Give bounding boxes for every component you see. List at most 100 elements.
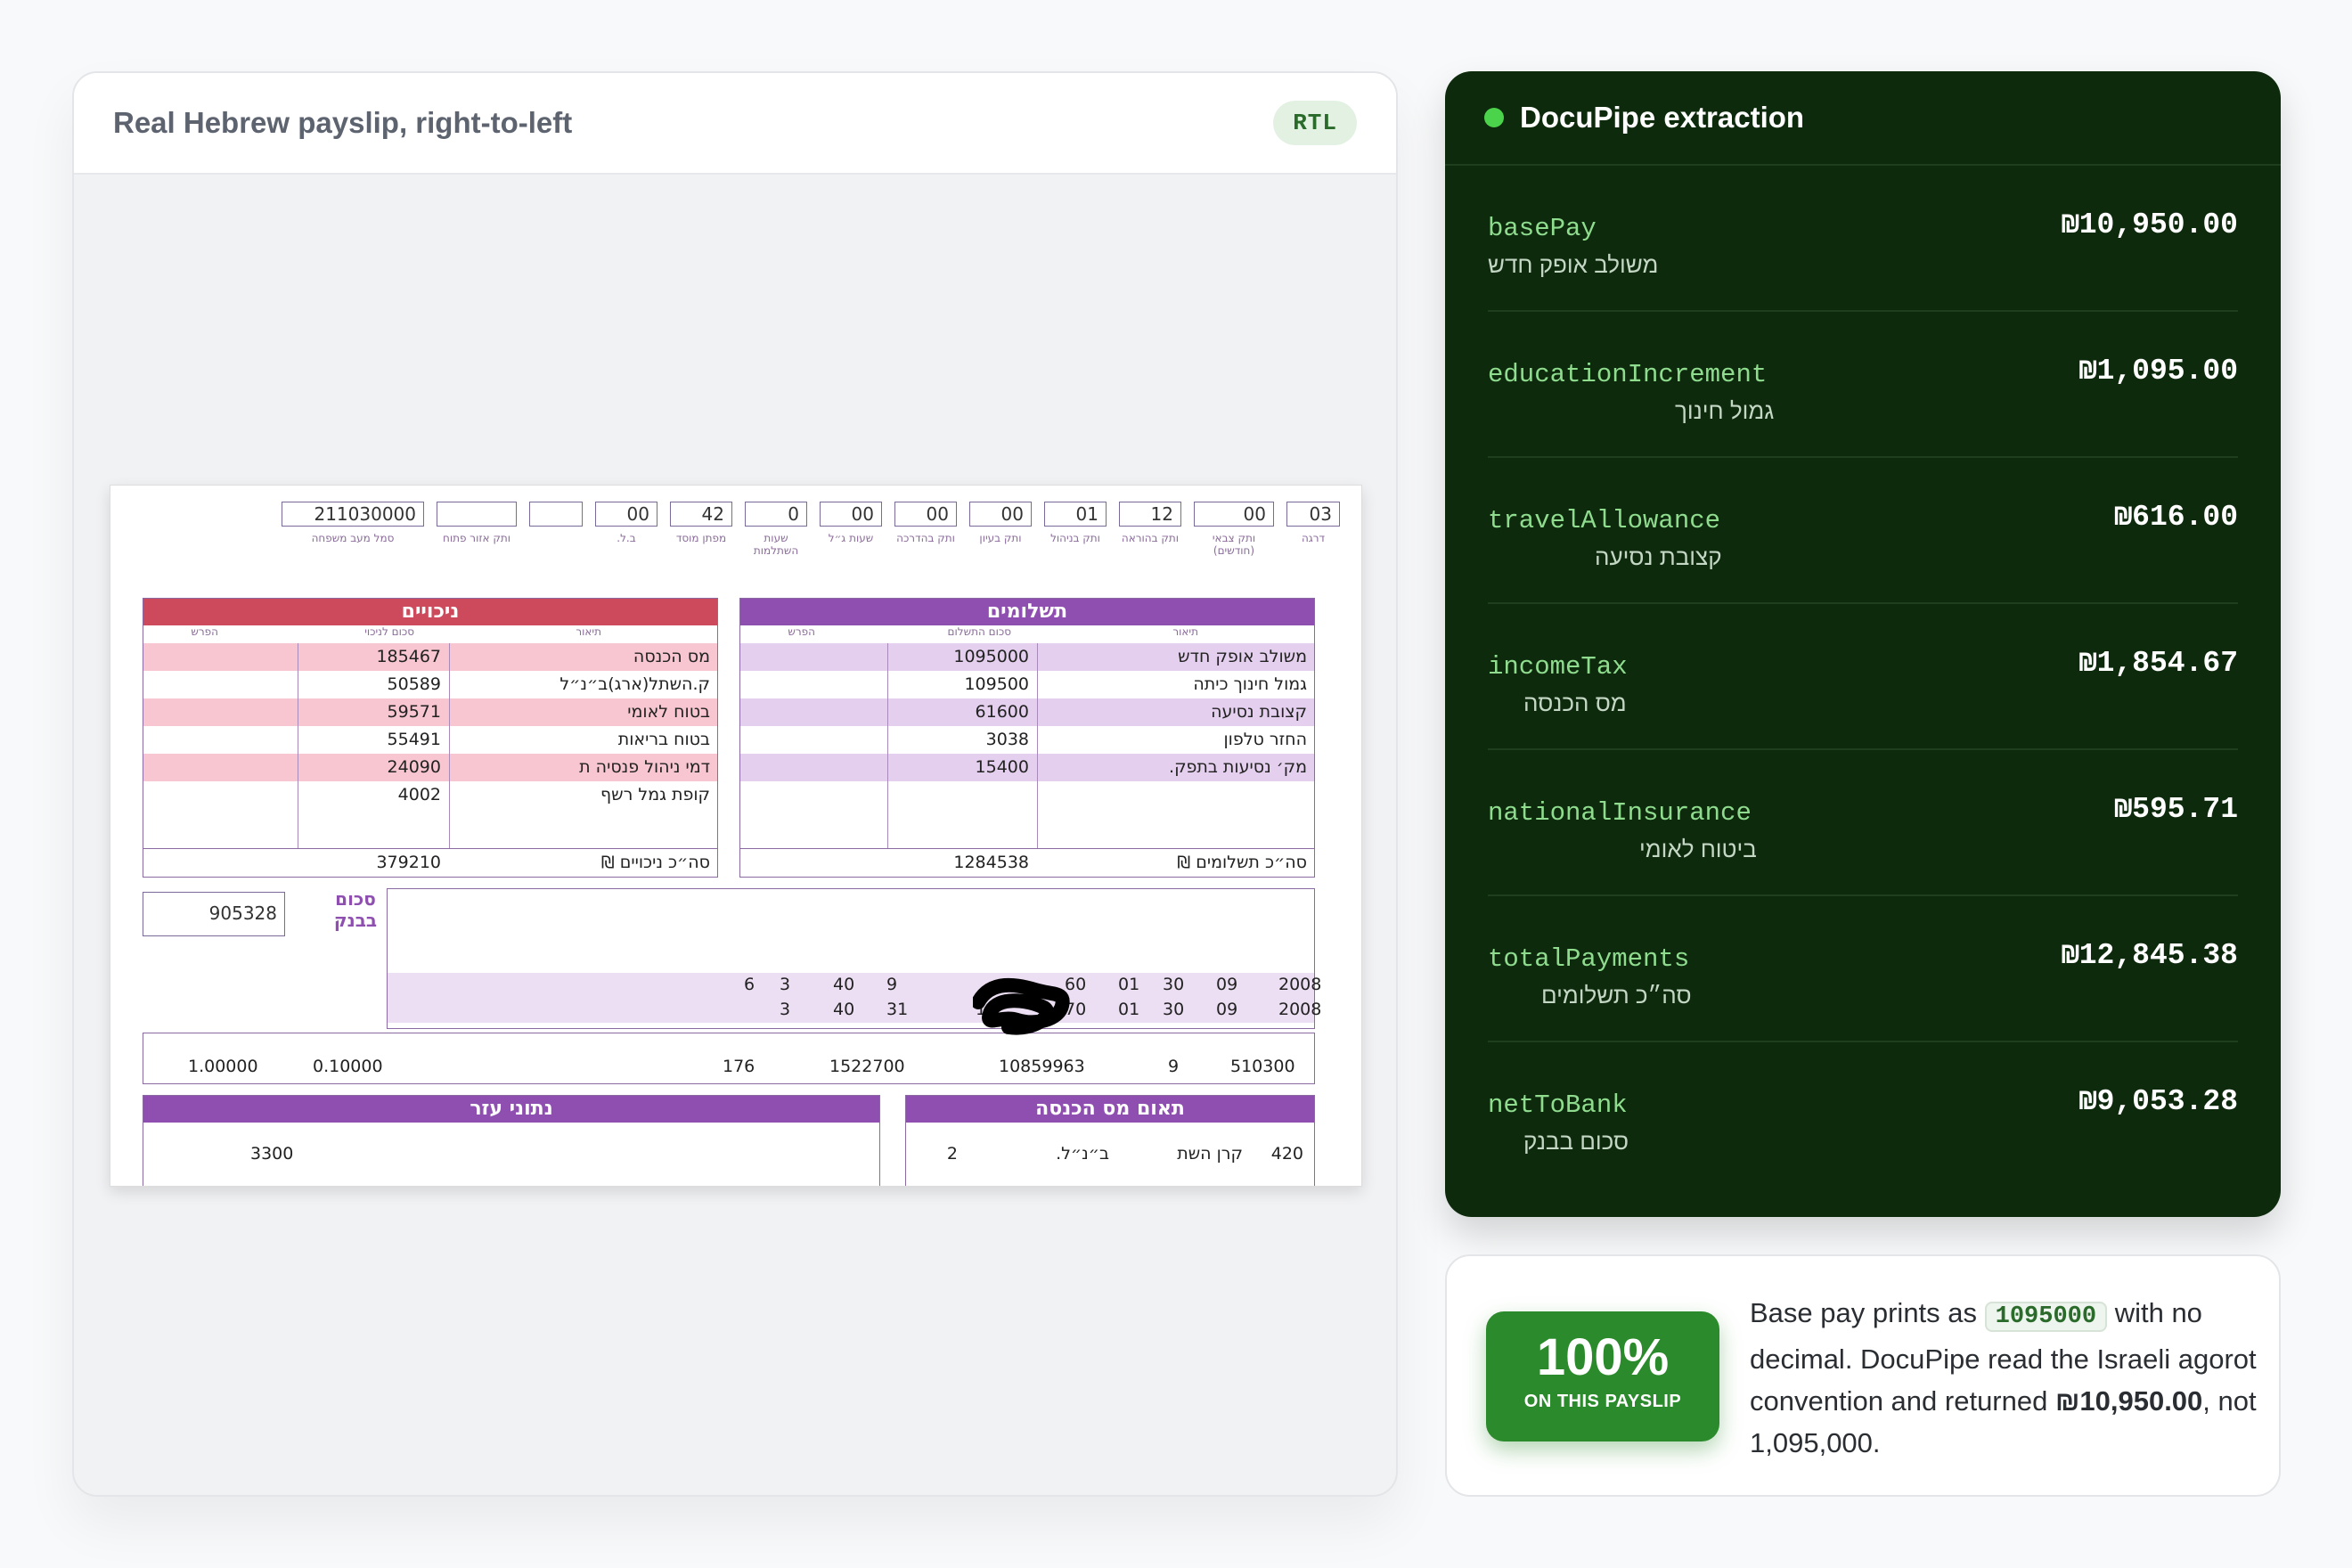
grid-cell: 2008 — [1278, 1000, 1322, 1019]
aux-data-panel: נתוני עזר 3300 — [143, 1095, 880, 1186]
extraction-field-totalPayments: totalPayments סה״כ תשלומים ₪12,845.38 — [1488, 896, 2238, 1042]
field-key: incomeTax — [1488, 652, 1628, 682]
header-field-label: ותק בהדרכה — [896, 532, 955, 544]
tax-gross: ב״נ״ל. — [1056, 1144, 1109, 1164]
aux-data-value: 3300 — [250, 1144, 294, 1164]
payments-panel: תשלומים תיאור סכום התשלום הפרש משולב אופ… — [739, 598, 1315, 878]
grid-row: 2008 09 30 01 70 15 31 40 3 — [388, 998, 1321, 1023]
aux-data-row: 3300 — [143, 1140, 879, 1169]
deductions-divider — [297, 643, 298, 848]
field-key: netToBank — [1488, 1090, 1628, 1120]
header-field-label: ותק בעיון — [979, 532, 1022, 544]
summary-cell: 1522700 — [829, 1057, 905, 1076]
payslip-card-header: Real Hebrew payslip, right-to-left RTL — [74, 73, 1396, 175]
note-text: Base pay prints as 1095000 with no decim… — [1750, 1292, 2258, 1464]
extraction-title: DocuPipe extraction — [1520, 101, 1805, 134]
header-field-label: סמל מעב משפחה — [311, 532, 395, 544]
row-amount: 1095000 — [953, 647, 1029, 666]
extraction-panel: DocuPipe extraction basePay משולב אופק חד… — [1445, 71, 2281, 1217]
deductions-col-sum: סכום לניכוי — [364, 625, 414, 638]
table-row: בטוח לאומי 59571 — [143, 698, 717, 726]
grid-row: 2008 09 30 01 60 9 40 3 6 — [388, 973, 1321, 998]
field-key: educationIncrement — [1488, 360, 1768, 389]
grid-cell: 9 — [886, 975, 898, 994]
row-description: החזר טלפון — [1223, 730, 1307, 749]
header-field-value: 42 — [670, 502, 732, 527]
header-field-value: 00 — [820, 502, 882, 527]
field-hebrew-label: ביטוח לאומי — [1639, 836, 1757, 862]
deductions-total-label: סה״כ ניכויים ₪ — [600, 853, 710, 872]
header-field-value: 0 — [745, 502, 807, 527]
summary-row: 510300 9 10859963 1522700 176 0.10000 1.00000 — [143, 1055, 1314, 1082]
field-key: totalPayments — [1488, 944, 1690, 974]
field-hebrew-label: סה״כ תשלומים — [1541, 982, 1692, 1009]
row-amount: 61600 — [975, 702, 1029, 722]
field-key: basePay — [1488, 214, 1597, 243]
table-row: דמי ניהול פנסיה ת 24090 — [143, 754, 717, 781]
table-row: החזר טלפון 3038 — [740, 726, 1314, 754]
extraction-field-educationIncrement: educationIncrement גמול חינוך ₪1,095.00 — [1488, 312, 2238, 458]
header-field-value — [529, 502, 583, 527]
row-description: בטוח בריאות — [617, 730, 710, 749]
deductions-total-row: סה״כ ניכויים ₪ 379210 — [143, 848, 717, 877]
payments-divider — [886, 643, 888, 848]
field-value: ₪1,095.00 — [2078, 355, 2238, 388]
payments-total-row: סה״כ תשלומים ₪ 1284538 — [740, 848, 1314, 877]
tax-percent: 420 — [1270, 1144, 1303, 1164]
field-hebrew-label: גמול חינוך — [1675, 397, 1775, 424]
field-hebrew-label: סכום בבנק — [1523, 1128, 1629, 1155]
header-field-value: 00 — [969, 502, 1032, 527]
deductions-panel: ניכויים תיאור סכום לניכוי הפרש מס הכנסה 1… — [143, 598, 718, 878]
table-row: מס הכנסה 185467 — [143, 643, 717, 671]
aux-data-heading: נתוני עזר — [143, 1096, 879, 1123]
row-description: מק׳ נסיעות בתפק. — [1169, 757, 1307, 777]
field-value: ₪9,053.28 — [2078, 1085, 2238, 1118]
payments-total-label: סה״כ תשלומים ₪ — [1177, 853, 1307, 872]
tax-coordination-panel: תאום מס הכנסה 420 קרן השת ב״נ״ל. 2 — [905, 1095, 1315, 1186]
table-row: גמול חינוך כיתה 109500 — [740, 671, 1314, 698]
field-value: ₪12,845.38 — [2061, 939, 2238, 972]
accuracy-value: 100% — [1536, 1328, 1670, 1386]
bank-value: 905328 — [143, 892, 285, 936]
header-field-label: ותק בניהול — [1050, 532, 1100, 544]
payments-column-headers: תיאור סכום התשלום הפרש — [740, 625, 1314, 643]
table-row: בטוח בריאות 55491 — [143, 726, 717, 754]
summary-cell: 9 — [1168, 1057, 1180, 1076]
header-field-label: שעות השתלמות — [753, 532, 799, 557]
row-amount: 59571 — [387, 702, 441, 722]
field-value: ₪10,950.00 — [2061, 208, 2238, 241]
deductions-col-diff: הפרש — [191, 625, 218, 638]
header-field-label: ותק בהוראה — [1121, 532, 1180, 544]
summary-cell: 0.10000 — [313, 1057, 383, 1076]
table-row: קצובת נסיעה 61600 — [740, 698, 1314, 726]
redaction-scribble — [973, 977, 1070, 1035]
grid-cell: 09 — [1216, 975, 1238, 994]
extraction-field-netToBank: netToBank סכום בבנק ₪9,053.28 — [1488, 1042, 2238, 1188]
header-field-value: 03 — [1286, 502, 1340, 527]
grid-cell: 30 — [1163, 975, 1185, 994]
row-description: מס הכנסה — [633, 647, 710, 666]
header-field-value: 00 — [595, 502, 657, 527]
deductions-column-headers: תיאור סכום לניכוי הפרש — [143, 625, 717, 643]
header-field-label: מפתן מוסד — [675, 532, 727, 544]
field-hebrew-label: מס הכנסה — [1523, 690, 1627, 716]
extraction-field-basePay: basePay משולב אופק חדש ₪10,950.00 — [1488, 166, 2238, 312]
summary-strip: 510300 9 10859963 1522700 176 0.10000 1.00000 — [143, 1033, 1315, 1084]
tax-coordination-heading: תאום מס הכנסה — [906, 1096, 1314, 1123]
bank-label: סכום בבנק — [333, 888, 378, 931]
deductions-divider — [448, 643, 450, 848]
note-text-1: Base pay prints as — [1750, 1297, 1978, 1328]
grid-cell: 3 — [780, 1000, 791, 1019]
field-key: travelAllowance — [1488, 506, 1721, 535]
header-field-value: 211030000 — [282, 502, 424, 527]
row-description: קצובת נסיעה — [1211, 702, 1307, 722]
payslip-card: Real Hebrew payslip, right-to-left RTL 0… — [72, 71, 1398, 1497]
row-description: ק.השתל(ארג)ב״נ״ל — [559, 674, 710, 694]
field-hebrew-label: קצובת נסיעה — [1595, 543, 1722, 570]
note-code: 1095000 — [1984, 1302, 2108, 1332]
row-amount: 4002 — [397, 785, 441, 804]
row-description: קופת גמל רשף — [600, 785, 710, 804]
grid-cell: 3 — [780, 975, 791, 994]
header-field-label: ב.ל. — [617, 532, 636, 544]
row-amount: 50589 — [387, 674, 441, 694]
